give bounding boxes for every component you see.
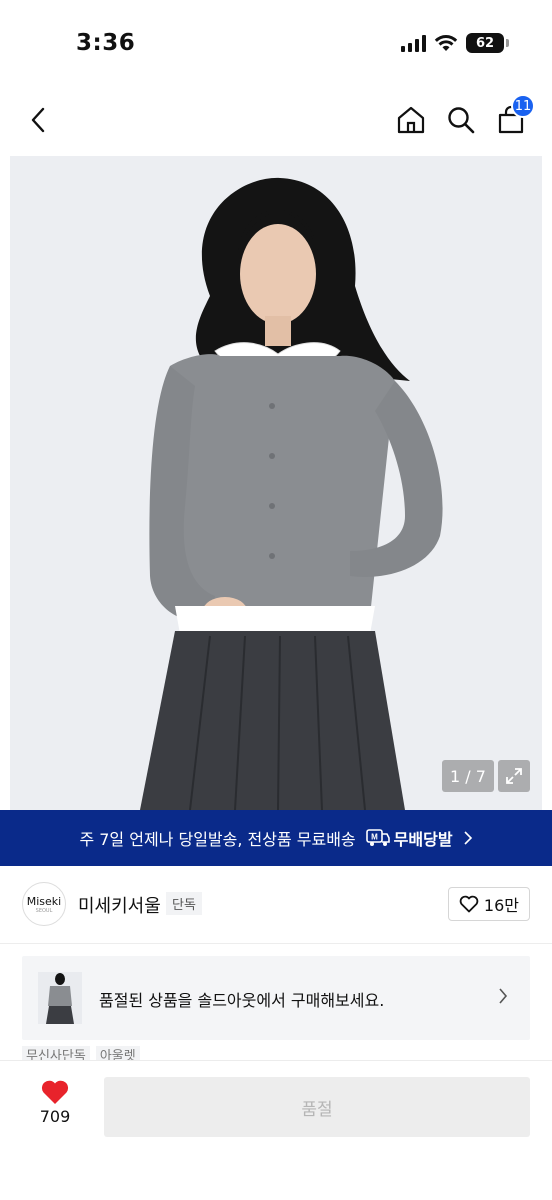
wifi-icon <box>434 35 458 51</box>
signal-icon <box>401 34 426 52</box>
soldout-button[interactable]: 품절 <box>104 1077 530 1137</box>
expand-icon <box>506 768 522 784</box>
cart-badge: 11 <box>511 94 535 118</box>
delivery-logo: M 무배당발 <box>365 826 453 850</box>
soldout-thumbnail <box>38 972 82 1024</box>
product-photo <box>10 156 542 810</box>
soldout-promo-card[interactable]: 품절된 상품을 솔드아웃에서 구매해보세요. <box>22 956 530 1040</box>
delivery-truck-icon: M <box>365 829 390 846</box>
tag-row: 무신사단독 아울렛 <box>22 1046 140 1060</box>
search-button[interactable] <box>441 100 481 140</box>
chevron-right-icon <box>463 831 472 845</box>
wishlist-button[interactable]: 709 <box>30 1079 80 1126</box>
heart-outline-icon <box>459 895 479 913</box>
brand-like-count: 16만 <box>483 896 519 915</box>
brand-logo-sub: SEOUL <box>35 907 53 914</box>
tag-chip[interactable]: 아울렛 <box>95 1046 140 1060</box>
status-icons: 62 <box>401 33 509 53</box>
status-bar: 3:36 62 <box>0 0 552 88</box>
brand-logo[interactable]: Miseki SEOUL <box>22 882 66 926</box>
bottom-action-bar: 709 품절 <box>0 1060 552 1200</box>
brand-logo-text: Miseki <box>26 894 62 908</box>
soldout-promo-text: 품절된 상품을 솔드아웃에서 구매해보세요. <box>99 991 385 1010</box>
search-icon <box>448 107 475 134</box>
product-image[interactable]: 1 / 7 <box>10 156 542 810</box>
wishlist-count: 709 <box>39 1107 71 1126</box>
brand-like-button[interactable]: 16만 <box>447 887 530 921</box>
back-icon <box>31 107 45 133</box>
brand-name[interactable]: 미세키서울 <box>78 892 161 918</box>
chevron-right-icon <box>499 988 508 1004</box>
promo-text: 주 7일 언제나 당일발송, 전상품 무료배송 <box>79 830 356 849</box>
back-button[interactable] <box>20 100 60 140</box>
delivery-mark: M <box>371 833 378 842</box>
home-button[interactable] <box>391 100 431 140</box>
exclusive-badge: 단독 <box>166 892 202 915</box>
delivery-logo-text: 무배당발 <box>393 830 453 849</box>
cart-button[interactable]: 11 <box>491 94 535 140</box>
brand-row: Miseki SEOUL 미세키서울 단독 16만 <box>0 866 552 944</box>
heart-filled-icon <box>41 1080 69 1104</box>
battery-level: 62 <box>475 35 495 51</box>
battery-icon: 62 <box>466 33 509 53</box>
image-counter: 1 / 7 <box>442 760 494 792</box>
free-shipping-banner[interactable]: 주 7일 언제나 당일발송, 전상품 무료배송 M 무배당발 <box>0 810 552 866</box>
home-icon <box>397 106 425 134</box>
status-time: 3:36 <box>76 30 136 56</box>
tag-chip[interactable]: 무신사단독 <box>22 1046 90 1060</box>
expand-image-button[interactable] <box>498 760 530 792</box>
top-nav: 11 <box>0 88 552 156</box>
